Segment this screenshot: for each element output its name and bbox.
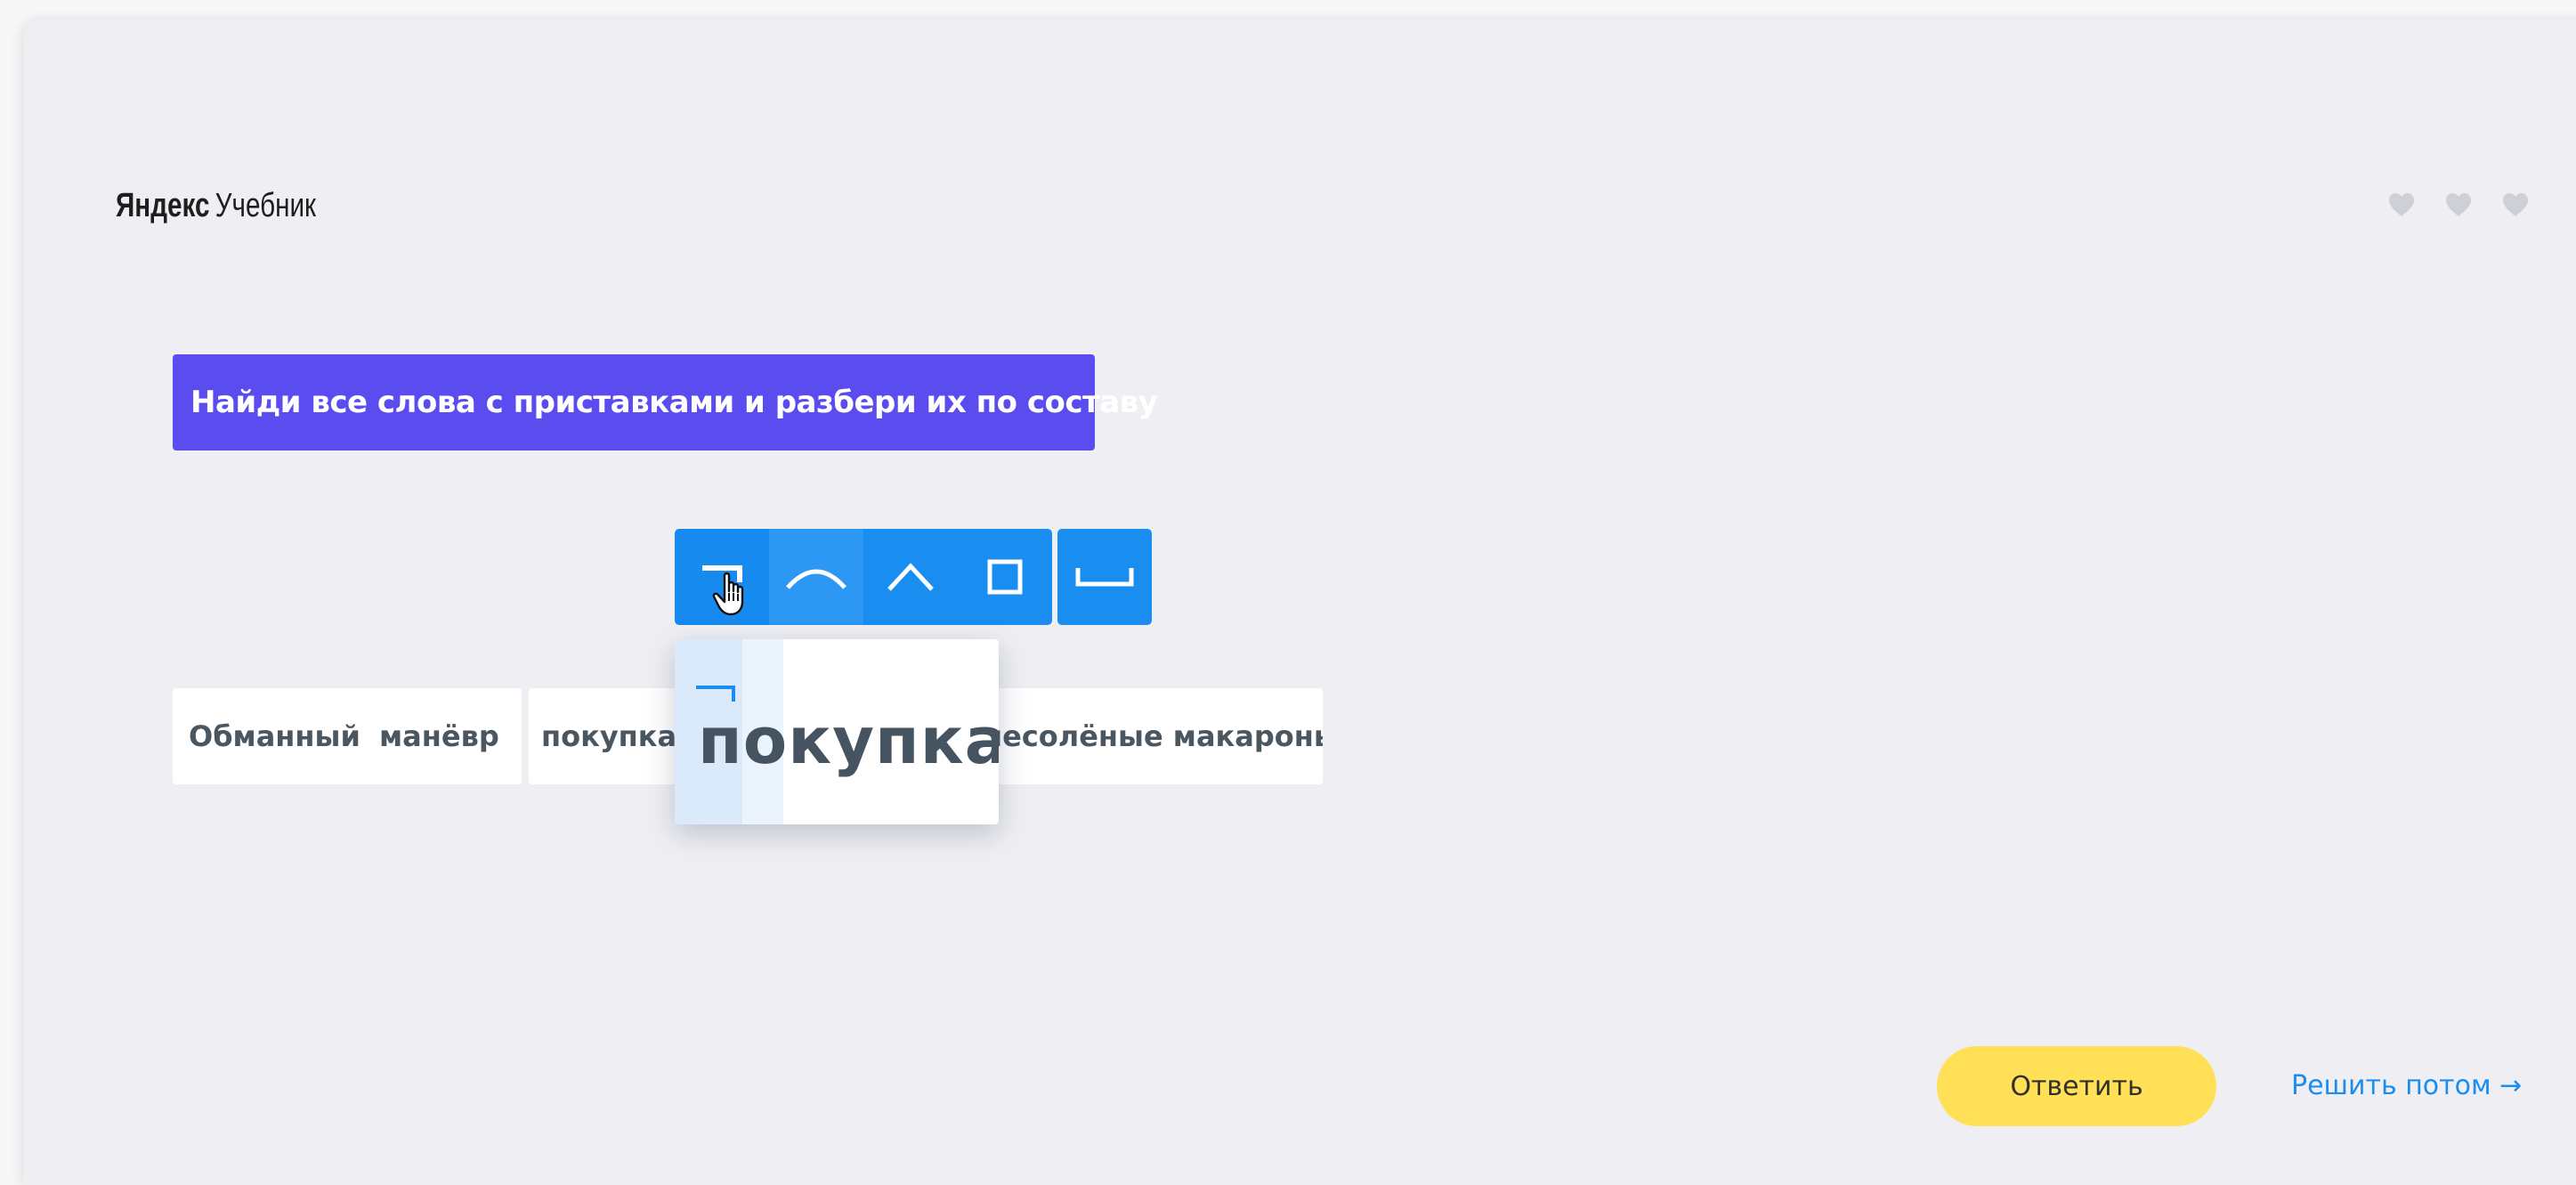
morpheme-toolbar <box>675 529 1152 625</box>
task-instruction: Найди все слова с приставками и разбери … <box>173 354 1158 450</box>
logo-brand: Яндекс <box>116 187 210 224</box>
logo-product: Учебник <box>215 187 316 224</box>
heart-icon <box>2389 193 2414 216</box>
heart-icon <box>2503 193 2528 216</box>
answer-button[interactable]: Ответить <box>1937 1046 2216 1126</box>
yandex-uchebnik-logo: Яндекс Учебник <box>116 187 316 225</box>
hand-cursor-icon <box>712 572 744 616</box>
prefix-mark-icon <box>696 686 735 702</box>
popup-word: покупка <box>698 703 999 778</box>
word-analysis-popup: покупка <box>675 639 999 824</box>
base-tool-button[interactable] <box>1057 529 1152 625</box>
lives-indicator <box>2387 191 2530 219</box>
ending-square-icon <box>987 559 1023 595</box>
suffix-tool-button[interactable] <box>863 529 958 625</box>
heart-icon <box>2446 193 2471 216</box>
solve-later-link[interactable]: Решить потом → <box>2291 1070 2522 1101</box>
prefix-tool-button[interactable] <box>675 529 769 625</box>
word-option[interactable]: Обманный манёвр <box>173 688 522 784</box>
base-bracket-icon <box>1075 568 1134 587</box>
ending-tool-button[interactable] <box>958 529 1052 625</box>
main-card: Яндекс Учебник Найди все слова с приставк… <box>23 20 2576 1185</box>
suffix-caret-icon <box>887 563 934 591</box>
root-tool-button[interactable] <box>769 529 863 625</box>
root-arc-icon <box>786 569 847 589</box>
